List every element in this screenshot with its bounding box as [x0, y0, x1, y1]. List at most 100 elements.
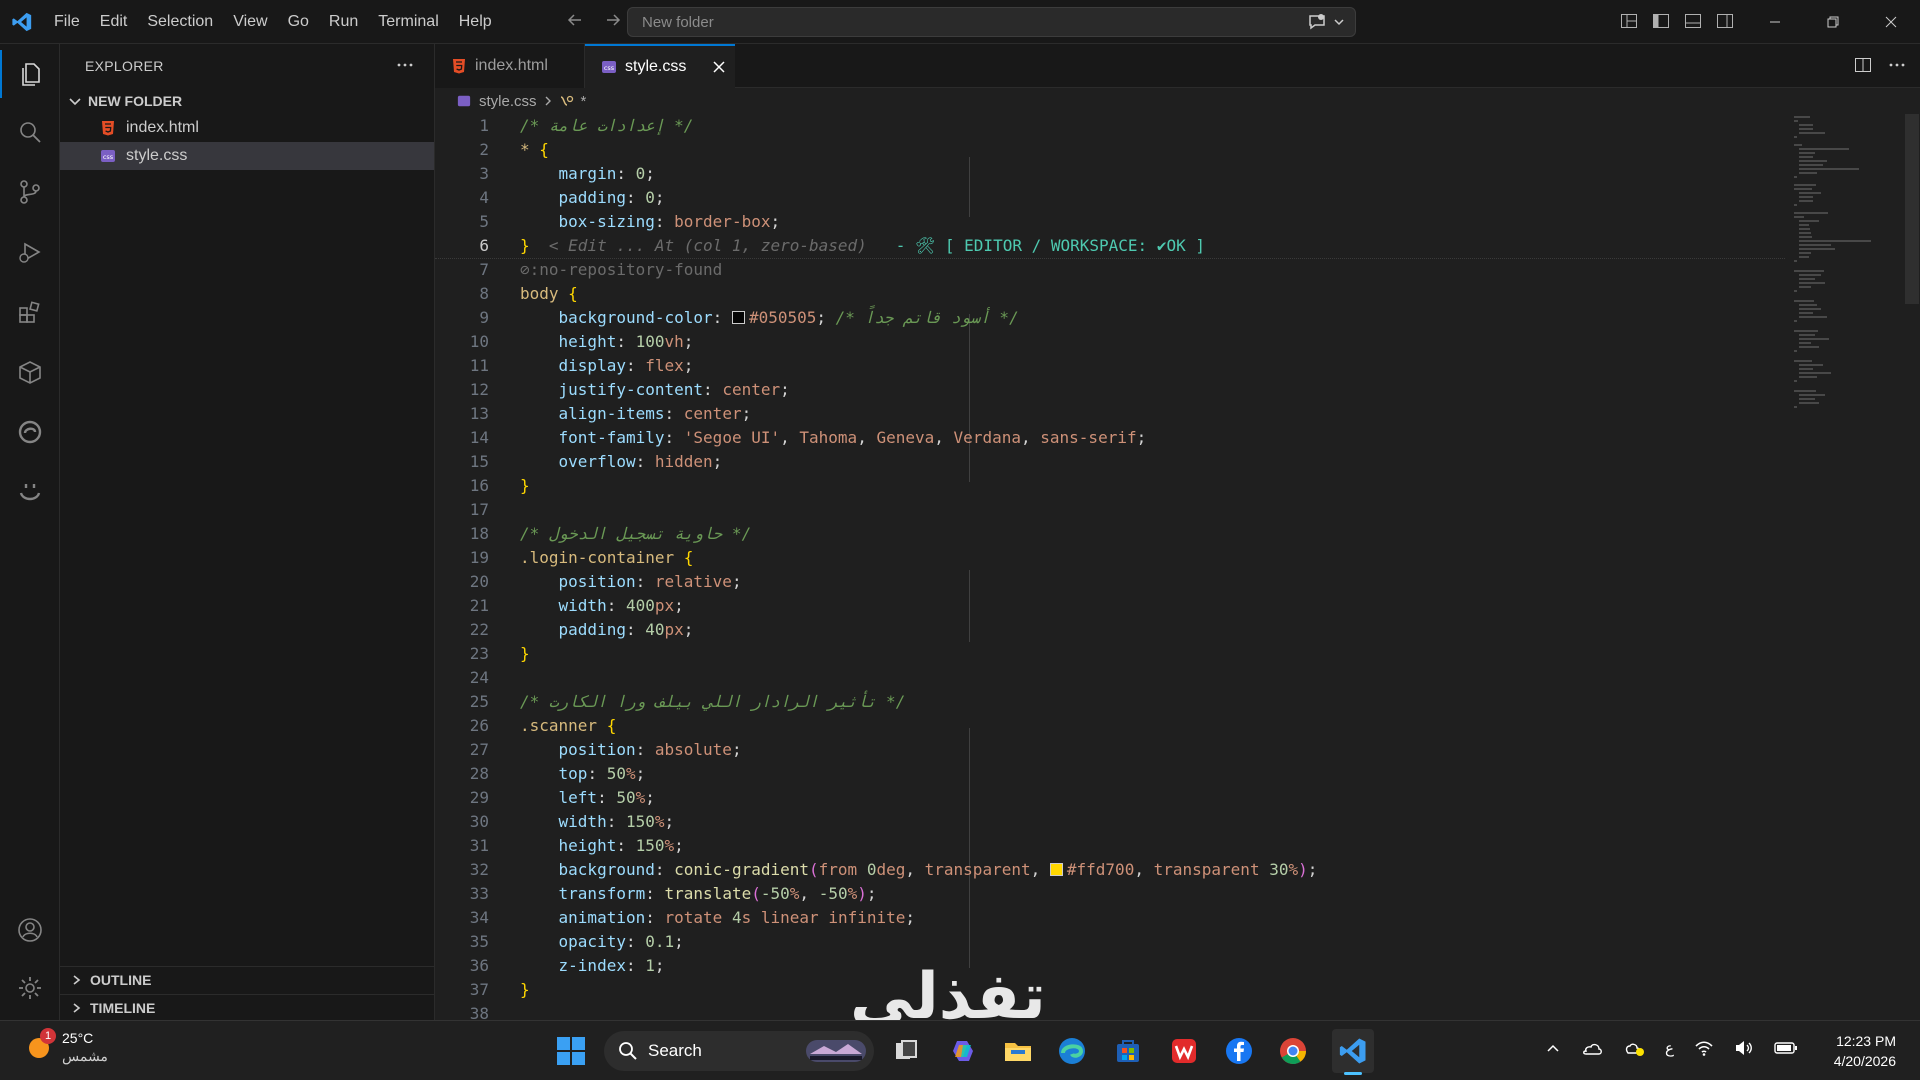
microsoft-store-app[interactable] [1112, 1035, 1144, 1067]
minimize-button[interactable] [1746, 0, 1804, 44]
code-line[interactable]: 16} [435, 474, 1785, 498]
chevron-down-icon[interactable] [1333, 16, 1345, 28]
task-view-app[interactable] [890, 1035, 922, 1067]
code-line[interactable]: 35 opacity: 0.1; [435, 930, 1785, 954]
clock[interactable]: 12:23 PM 4/20/2026 [1834, 1031, 1896, 1071]
file-item-style-css[interactable]: css style.css [60, 142, 434, 170]
code-line[interactable]: 11 display: flex; [435, 354, 1785, 378]
folder-header[interactable]: NEW FOLDER [60, 88, 434, 114]
code-line[interactable]: 36 z-index: 1; [435, 954, 1785, 978]
code-line[interactable]: 22 padding: 40px; [435, 618, 1785, 642]
close-tab-icon[interactable] [712, 60, 726, 74]
file-item-index-html[interactable]: index.html [60, 114, 434, 142]
explorer-activity[interactable] [0, 50, 60, 98]
source-control-activity[interactable] [0, 168, 60, 216]
toggle-primary-sidebar-icon[interactable] [1652, 12, 1670, 30]
code-line[interactable]: 21 width: 400px; [435, 594, 1785, 618]
code-line[interactable]: 4 padding: 0; [435, 186, 1785, 210]
code-line[interactable]: 19 .login-container { [435, 546, 1785, 570]
code-line[interactable]: 23} [435, 642, 1785, 666]
code-line[interactable]: 26 .scanner { [435, 714, 1785, 738]
code-line[interactable]: 7 ⊘:no-repository-found [435, 258, 1785, 282]
code-editor[interactable]: 1/* إعدادات عامة */2 * {3 margin: 0; 4 pad… [435, 114, 1785, 1023]
code-line[interactable]: 13 align-items: center; [435, 402, 1785, 426]
customize-layout-icon[interactable] [1620, 12, 1638, 30]
editor-scrollbar[interactable] [1905, 114, 1919, 304]
code-line[interactable]: 34 animation: rotate 4s linear infinite; [435, 906, 1785, 930]
code-line[interactable]: 6} < Edit ... At (col 1, zero-based) - 🛠… [435, 234, 1785, 259]
chrome-app[interactable] [1277, 1035, 1309, 1067]
facebook-app[interactable] [1223, 1035, 1255, 1067]
edge-app[interactable] [1056, 1035, 1088, 1067]
code-line[interactable]: 12 justify-content: center; [435, 378, 1785, 402]
code-line[interactable]: 29 left: 50%; [435, 786, 1785, 810]
menu-file[interactable]: File [44, 0, 90, 44]
menu-run[interactable]: Run [319, 0, 368, 44]
copilot-app[interactable] [947, 1035, 979, 1067]
code-line[interactable]: 30 width: 150%; [435, 810, 1785, 834]
chevron-up-icon[interactable] [1545, 1040, 1561, 1056]
split-editor-icon[interactable] [1854, 56, 1872, 74]
menu-edit[interactable]: Edit [90, 0, 138, 44]
search-activity[interactable] [0, 108, 60, 156]
restore-button[interactable] [1804, 0, 1862, 44]
settings-activity[interactable] [0, 964, 60, 1012]
code-line[interactable]: 37} [435, 978, 1785, 1002]
outline-section[interactable]: OUTLINE [60, 966, 434, 992]
back-arrow-icon[interactable] [565, 10, 585, 30]
code-line[interactable]: 27 position: absolute; [435, 738, 1785, 762]
wifi-icon[interactable] [1694, 1039, 1714, 1057]
code-line[interactable]: 18 /* حاوية تسجيل الدخول */ [435, 522, 1785, 546]
menu-go[interactable]: Go [278, 0, 319, 44]
input-language-indicator[interactable]: ع [1665, 1039, 1674, 1057]
more-actions-icon[interactable] [1888, 56, 1906, 74]
taskbar-search[interactable]: Search [604, 1031, 874, 1071]
weather-widget[interactable]: 1 25°C مشمس [24, 1028, 108, 1065]
battery-icon[interactable] [1774, 1041, 1798, 1055]
run-debug-activity[interactable] [0, 228, 60, 276]
code-line[interactable]: 10 height: 100vh; [435, 330, 1785, 354]
command-center-search[interactable]: New folder [627, 7, 1356, 37]
code-line[interactable]: 24 [435, 666, 1785, 690]
code-line[interactable]: 31 height: 150%; [435, 834, 1785, 858]
color-swatch[interactable] [1049, 863, 1063, 876]
code-line[interactable]: 3 margin: 0; [435, 162, 1785, 186]
code-line[interactable]: 32 background: conic-gradient(from 0deg,… [435, 858, 1785, 882]
code-line[interactable]: 25 /* تأثير الرادار اللي بيلف ورا الكارت … [435, 690, 1785, 714]
code-line[interactable]: 20 position: relative; [435, 570, 1785, 594]
code-line[interactable]: 2 * { [435, 138, 1785, 162]
code-line[interactable]: 5 box-sizing: border-box; [435, 210, 1785, 234]
toggle-secondary-sidebar-icon[interactable] [1716, 12, 1734, 30]
toggle-panel-icon[interactable] [1684, 12, 1702, 30]
code-line[interactable]: 15 overflow: hidden; [435, 450, 1785, 474]
breadcrumb-file[interactable]: style.css [479, 93, 537, 110]
code-line[interactable]: 17 [435, 498, 1785, 522]
vscode-app[interactable] [1332, 1029, 1374, 1075]
timeline-section[interactable]: TIMELINE [60, 994, 434, 1020]
volume-icon[interactable] [1734, 1039, 1754, 1057]
tab-index-html[interactable]: index.html [435, 44, 585, 88]
wps-office-app[interactable] [1168, 1035, 1200, 1067]
cloud-warning-icon[interactable] [1623, 1039, 1645, 1057]
code-line[interactable]: 33 transform: translate(-50%, -50%); [435, 882, 1785, 906]
code-line[interactable]: 28 top: 50%; [435, 762, 1785, 786]
copilot-activity[interactable] [0, 468, 60, 516]
minimap[interactable] [1785, 114, 1905, 414]
onedrive-icon[interactable] [1581, 1039, 1603, 1057]
edge-devtools-activity[interactable] [0, 408, 60, 456]
accounts-activity[interactable] [0, 906, 60, 954]
extensions-activity[interactable] [0, 288, 60, 336]
code-line[interactable]: 8 body { [435, 282, 1785, 306]
tab-style-css[interactable]: css style.css [585, 44, 735, 88]
menu-help[interactable]: Help [449, 0, 502, 44]
menu-selection[interactable]: Selection [137, 0, 223, 44]
start-button[interactable] [555, 1035, 587, 1067]
color-swatch[interactable] [731, 311, 745, 324]
menu-terminal[interactable]: Terminal [368, 0, 448, 44]
code-line[interactable]: 9 background-color: #050505; /* أسود قات… [435, 306, 1785, 330]
remote-explorer-activity[interactable] [0, 348, 60, 396]
code-line[interactable]: 14 font-family: 'Segoe UI', Tahoma, Gene… [435, 426, 1785, 450]
menu-view[interactable]: View [223, 0, 277, 44]
file-explorer-app[interactable] [1002, 1035, 1034, 1067]
more-actions-icon[interactable] [396, 56, 414, 74]
